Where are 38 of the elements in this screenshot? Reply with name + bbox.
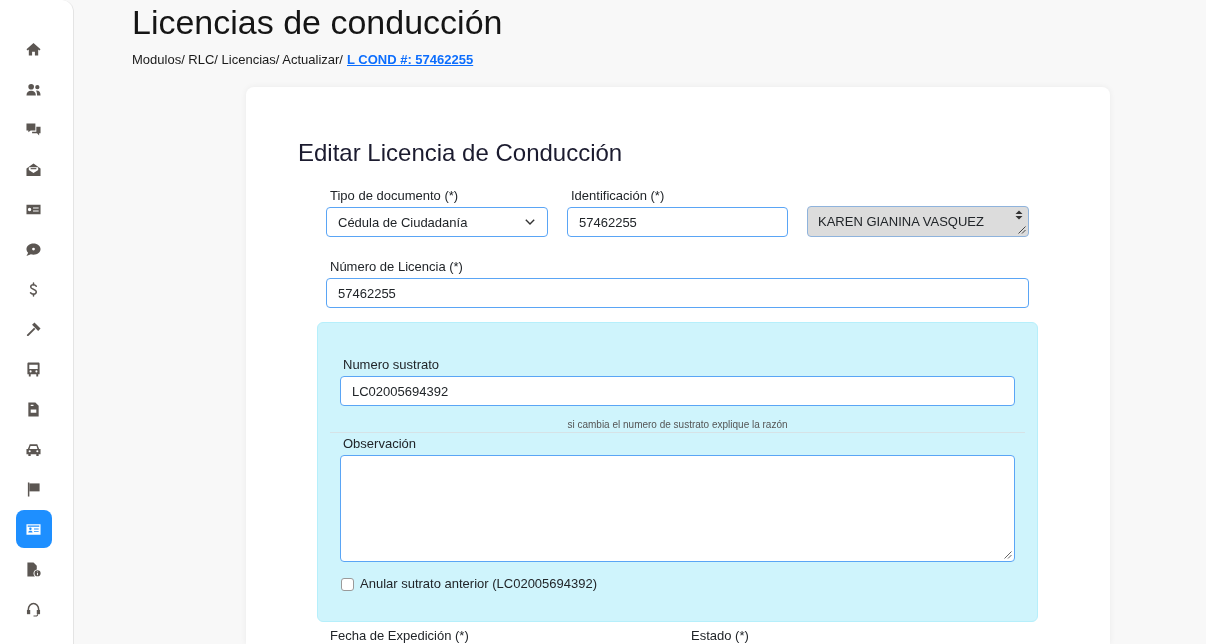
resize-grip-icon — [1004, 551, 1012, 559]
gavel-icon — [26, 321, 41, 337]
checkbox[interactable] — [341, 577, 354, 591]
spinner-arrows-icon — [1015, 210, 1023, 220]
home-icon — [26, 41, 41, 57]
input-field[interactable]: 57462255 — [326, 278, 1029, 308]
document-icon — [26, 401, 41, 417]
name-field: KAREN GIANINA VASQUEZ — [807, 206, 1029, 237]
input-field[interactable]: 57462255 — [567, 207, 788, 237]
field-label: Numero sustrato — [342, 357, 441, 373]
id-card-icon — [26, 521, 41, 537]
sidebar-item[interactable] — [15, 510, 52, 548]
form-title: Editar Licencia de Conducción — [298, 138, 624, 168]
headset-icon — [26, 601, 41, 617]
field-label: Número de Licencia (*) — [329, 259, 464, 275]
chevron-down-icon — [525, 219, 535, 225]
input-field[interactable]: LC02005694392 — [340, 376, 1015, 406]
chat-bubbles-icon — [26, 121, 41, 137]
field-label: Observación — [342, 436, 417, 452]
breadcrumb-link[interactable]: L COND #: 57462255 — [347, 52, 474, 68]
select-field[interactable]: Cédula de Ciudadanía — [326, 207, 548, 237]
field-label: Identificación (*) — [570, 188, 666, 204]
resize-grip-icon — [1018, 226, 1026, 234]
field-label: Tipo de documento (*) — [329, 188, 460, 204]
field-label: Estado (*) — [690, 628, 750, 644]
field-label: Fecha de Expedición (*) — [329, 628, 470, 644]
hint-text: si cambia el numero de sustrato explique la razón — [566, 419, 789, 431]
page-title: Licencias de conducción — [132, 2, 504, 42]
speech-bubble-icon — [26, 241, 41, 257]
breadcrumb-path: Modulos/ RLC/ Licencias/ Actualizar/ — [132, 52, 343, 68]
bus-icon — [26, 361, 41, 377]
flag-icon — [26, 481, 41, 497]
checkbox-label: Anular sutrato anterior (LC02005694392) — [360, 576, 598, 592]
users-icon — [26, 81, 41, 97]
textarea-field[interactable] — [340, 455, 1015, 562]
car-icon — [26, 441, 41, 457]
envelope-icon — [26, 161, 41, 177]
file-info-icon — [26, 561, 41, 577]
